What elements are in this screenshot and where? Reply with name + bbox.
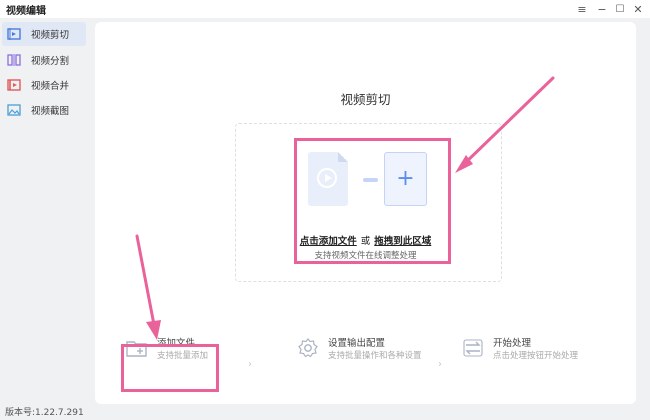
sidebar-item-video-merge[interactable]: 视频合并 [2, 73, 86, 97]
page-title: 视频剪切 [340, 92, 391, 107]
close-button[interactable]: ✕ [630, 1, 646, 17]
step-label: 开始处理 [493, 338, 532, 349]
minimize-button[interactable]: − [594, 1, 610, 17]
step-output-settings[interactable]: 设置输出配置 支持批量操作和各种设置 [296, 333, 426, 373]
sidebar-item-video-cut[interactable]: 视频剪切 [2, 22, 86, 46]
sidebar-item-video-screenshot[interactable]: 视频截图 [2, 98, 86, 122]
menu-icon[interactable]: ≡ [574, 1, 590, 17]
sidebar-item-label: 视频截图 [31, 106, 70, 117]
step-label: 设置输出配置 [328, 338, 386, 349]
sidebar-item-label: 视频剪切 [31, 30, 70, 41]
app-title: 视频编辑 [6, 6, 46, 17]
video-split-icon [7, 53, 21, 67]
video-merge-icon [7, 78, 21, 92]
annotation-highlight-drop-area [294, 138, 451, 264]
step-description: 点击处理按钮开始处理 [493, 351, 579, 361]
gear-icon [296, 336, 322, 362]
step-start-processing[interactable]: 开始处理 点击处理按钮开始处理 [461, 333, 591, 373]
sidebar: 视频剪切 视频分割 视频合并 视频截图 [0, 18, 90, 404]
title-bar: 视频编辑 ≡ − ☐ ✕ [0, 0, 650, 18]
annotation-highlight-add-file [121, 344, 219, 392]
sidebar-item-label: 视频分割 [31, 56, 70, 67]
video-cut-icon [7, 27, 21, 41]
maximize-button[interactable]: ☐ [612, 1, 628, 17]
sidebar-item-video-split[interactable]: 视频分割 [2, 48, 86, 72]
step-description: 支持批量操作和各种设置 [328, 351, 422, 361]
sidebar-item-label: 视频合并 [31, 81, 70, 92]
step-chevron-icon: › [248, 359, 252, 370]
video-screenshot-icon [7, 103, 21, 117]
version-label: 版本号:1.22.7.291 [5, 408, 84, 418]
process-icon [461, 336, 487, 362]
step-chevron-icon: › [438, 359, 442, 370]
